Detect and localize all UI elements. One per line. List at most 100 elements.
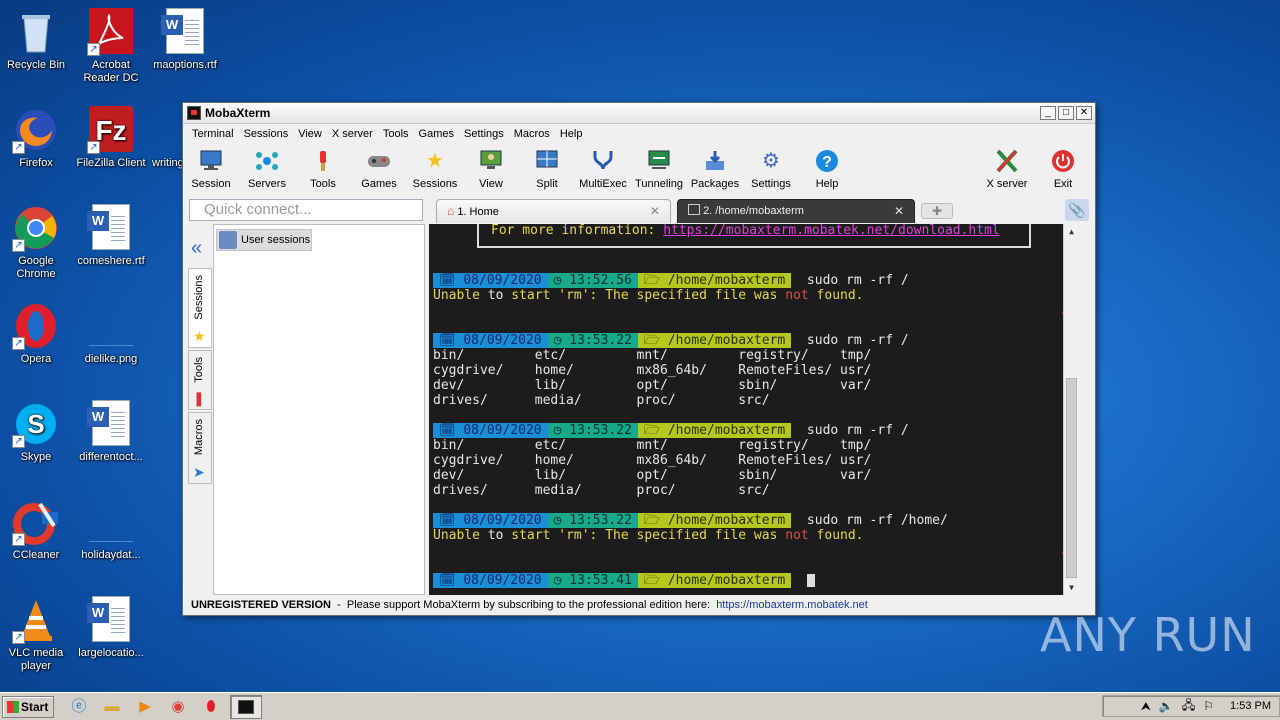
tab-home[interactable]: ⌂ 1. Home ✕ (436, 199, 671, 223)
collapse-sidebar-icon[interactable]: « (191, 238, 202, 258)
listing-line: drives/ media/ proc/ src/ (433, 483, 770, 498)
listing-line: cygdrive/ home/ mx86_64b/ RemoteFiles/ u… (433, 453, 872, 468)
new-tab-button[interactable]: ✚ (921, 203, 953, 219)
terminal-scrollbar[interactable]: ▲ ▼ (1063, 224, 1079, 595)
windows-flag-icon (7, 700, 19, 713)
toolbar-help-button[interactable]: ? Help (799, 146, 855, 190)
explorer-folder-icon[interactable]: ▬ (101, 696, 123, 718)
prompt-line: 🗓 08/09/2020 ◷ 13:52.56 🗁 /home/mobaxterm … (433, 273, 909, 288)
tools-icon: ❚ (193, 390, 205, 406)
toolbar-session-button[interactable]: Session (183, 146, 239, 190)
tab-terminal-close-icon[interactable]: ✕ (894, 200, 904, 222)
help-icon: ? (814, 148, 840, 174)
network-icon[interactable]: 🖧 (1182, 696, 1195, 717)
desktop-icon-ccleaner[interactable]: ↗ CCleaner (0, 498, 76, 562)
toolbar-tools-button[interactable]: Tools (295, 146, 351, 190)
toolbar-view-button[interactable]: View (463, 146, 519, 190)
prompt-line: 🗓 08/09/2020 ◷ 13:53.22 🗁 /home/mobaxterm … (433, 423, 909, 438)
status-link[interactable]: https://mobaxterm.mobatek.net (716, 599, 868, 611)
gamepad-icon (366, 148, 392, 174)
side-tab-macros[interactable]: Macros ➤ (188, 412, 212, 484)
menu-games[interactable]: Games (414, 128, 459, 140)
desktop-icon-skype[interactable]: S ↗ Skype (0, 400, 76, 464)
scroll-up-icon[interactable]: ▲ (1064, 224, 1079, 239)
star-icon: ★ (193, 328, 206, 344)
svg-text:?: ? (822, 154, 832, 171)
scrollbar-thumb[interactable] (1066, 378, 1077, 578)
ie-icon[interactable]: ⓔ (68, 696, 90, 718)
desktop-icon-maoptions[interactable]: W maoptions.rtf (145, 8, 225, 72)
servers-icon (254, 148, 280, 174)
listing-line: drives/ media/ proc/ src/ (433, 393, 770, 408)
menu-x-server[interactable]: X server (327, 128, 378, 140)
tray-expand-icon[interactable]: ⮝ (1141, 699, 1151, 714)
user-sessions-item[interactable]: User sessions (216, 229, 312, 251)
menu-macros[interactable]: Macros (509, 128, 555, 140)
close-button[interactable]: ✕ (1076, 106, 1092, 120)
error-line: Unable to start 'rm': The specified file… (433, 528, 864, 543)
minimize-button[interactable]: _ (1040, 106, 1056, 120)
menu-help[interactable]: Help (555, 128, 588, 140)
toolbar-settings-button[interactable]: ⚙ Settings (743, 146, 799, 190)
side-tab-tools[interactable]: Tools ❚ (188, 350, 212, 410)
desktop-icon-largelocatio[interactable]: W largelocatio... (71, 596, 151, 660)
file-icon (141, 106, 181, 154)
tab-row: Quick connect... ⌂ 1. Home ✕ 2. /home/mo… (183, 196, 1095, 223)
clock[interactable]: 1:53 PM (1230, 700, 1271, 712)
menu-terminal[interactable]: Terminal (187, 128, 239, 140)
desktop-icon-dielike[interactable]: dielike.png (71, 302, 151, 366)
desktop-icon-filezilla[interactable]: Fz ↗ FileZilla Client (71, 106, 151, 170)
volume-icon[interactable]: 🔈 (1159, 699, 1174, 713)
toolbar-sessions-button[interactable]: ★ Sessions (407, 146, 463, 190)
png-file-icon (87, 302, 135, 350)
paperclip-icon[interactable]: 📎 (1065, 199, 1089, 221)
listing-line: bin/ etc/ mnt/ registry/ tmp/ (433, 348, 872, 363)
desktop-icon-differentoct[interactable]: W differentoct... (71, 400, 151, 464)
desktop-icon-writing[interactable]: writing (140, 106, 182, 170)
side-tab-sessions[interactable]: Sessions ★ (188, 268, 212, 348)
desktop-icon-holidaydat[interactable]: holidaydat... (71, 498, 151, 562)
chrome-taskbar-icon[interactable]: ◉ (167, 696, 189, 718)
desktop-icon-acrobat[interactable]: ↗ Acrobat Reader DC (71, 8, 151, 85)
mobaxterm-taskbar-button[interactable] (230, 694, 262, 719)
menu-view[interactable]: View (293, 128, 327, 140)
desktop-icon-firefox[interactable]: ↗ Firefox (0, 106, 76, 170)
desktop-icon-opera[interactable]: ↗ Opera (0, 302, 76, 366)
maximize-button[interactable]: □ (1058, 106, 1074, 120)
filezilla-icon: Fz ↗ (87, 106, 135, 154)
tools-icon (310, 148, 336, 174)
error-line: Unable to start 'rm': The specified file… (433, 288, 864, 303)
quick-connect-input[interactable]: Quick connect... (189, 199, 423, 221)
tab-home-close-icon[interactable]: ✕ (650, 200, 660, 222)
gear-icon: ⚙ (762, 150, 780, 172)
toolbar-games-button[interactable]: Games (351, 146, 407, 190)
menu-settings[interactable]: Settings (459, 128, 509, 140)
tab-terminal[interactable]: 2. /home/mobaxterm ✕ (677, 199, 915, 223)
terminal-output[interactable]: For more information: https://mobaxterm.… (429, 224, 1079, 595)
menu-tools[interactable]: Tools (378, 128, 414, 140)
flag-icon[interactable]: ⚐ (1203, 699, 1214, 713)
toolbar-x-server-button[interactable]: X server (979, 146, 1035, 190)
start-button[interactable]: Start (2, 695, 54, 718)
download-link[interactable]: https://mobaxterm.mobatek.net/download.h… (663, 224, 1000, 238)
menu-sessions[interactable]: Sessions (239, 128, 294, 140)
toolbar-split-button[interactable]: Split (519, 146, 575, 190)
window-titlebar[interactable]: MobaXterm _ □ ✕ (183, 103, 1095, 124)
desktop-icon-comeshere[interactable]: W comeshere.rtf (71, 204, 151, 268)
toolbar-multiexec-button[interactable]: MultiExec (575, 146, 631, 190)
media-player-icon[interactable]: ▶ (134, 696, 156, 718)
opera-taskbar-icon[interactable]: ⬮ (200, 696, 222, 718)
desktop-icon-google-chrome[interactable]: ↗ Google Chrome (0, 204, 76, 281)
side-tabs: « Sessions ★ Tools ❚ Macros ➤ (187, 224, 213, 595)
toolbar-packages-button[interactable]: Packages (687, 146, 743, 190)
paper-plane-icon: ➤ (193, 464, 205, 480)
svg-text:S: S (27, 409, 44, 439)
toolbar-servers-button[interactable]: Servers (239, 146, 295, 190)
toolbar-exit-button[interactable]: Exit (1035, 146, 1091, 190)
toolbar-tunneling-button[interactable]: Tunneling (631, 146, 687, 190)
desktop-icon-recycle-bin[interactable]: Recycle Bin (0, 8, 76, 72)
scroll-down-icon[interactable]: ▼ (1064, 580, 1079, 595)
desktop-icon-vlc[interactable]: ↗ VLC media player (0, 596, 76, 673)
listing-line: dev/ lib/ opt/ sbin/ var/ (433, 378, 872, 393)
prompt-line: 🗓 08/09/2020 ◷ 13:53.41 🗁 /home/mobaxterm (433, 573, 815, 588)
